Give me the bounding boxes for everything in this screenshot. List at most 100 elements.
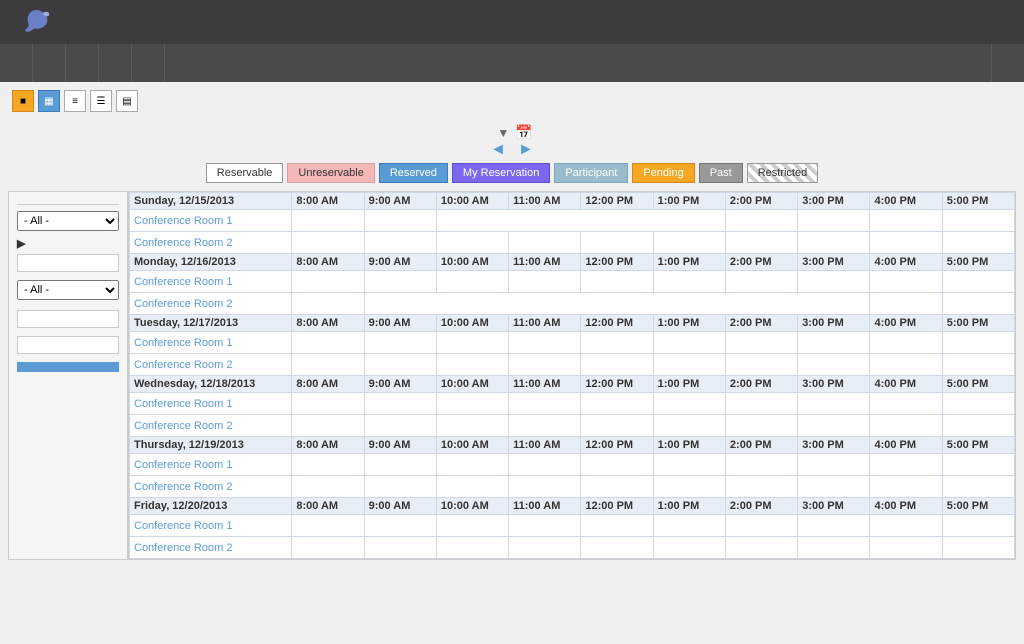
room-name-cell[interactable]: Conference Room 1 xyxy=(130,271,292,293)
time-slot-cell[interactable] xyxy=(870,454,942,476)
time-slot-cell[interactable] xyxy=(870,354,942,376)
time-slot-cell[interactable] xyxy=(509,415,581,437)
nav-help[interactable] xyxy=(991,44,1024,82)
time-slot-cell[interactable] xyxy=(870,515,942,537)
nav-reports[interactable] xyxy=(132,44,165,82)
time-slot-cell[interactable] xyxy=(509,476,581,498)
time-slot-cell[interactable] xyxy=(942,537,1014,559)
view-btn-small[interactable]: ▤ xyxy=(116,90,138,112)
time-slot-cell[interactable] xyxy=(364,454,436,476)
time-slot-cell[interactable] xyxy=(798,515,870,537)
nav-dashboard[interactable] xyxy=(0,44,33,82)
time-slot-cell[interactable] xyxy=(942,210,1014,232)
lunch-delivery-input[interactable] xyxy=(17,310,119,328)
legend-pending[interactable]: Pending xyxy=(632,163,694,183)
time-slot-cell[interactable] xyxy=(870,210,942,232)
time-slot-cell[interactable] xyxy=(436,354,508,376)
time-slot-cell[interactable] xyxy=(581,476,653,498)
next-week-arrow[interactable]: ► xyxy=(518,141,534,159)
room-name-cell[interactable]: Conference Room 2 xyxy=(130,476,292,498)
nav-application-management[interactable] xyxy=(99,44,132,82)
room-name-cell[interactable]: Conference Room 1 xyxy=(130,454,292,476)
time-slot-cell[interactable] xyxy=(653,393,725,415)
time-slot-cell[interactable] xyxy=(870,332,942,354)
time-slot-cell[interactable] xyxy=(725,476,797,498)
technical-contact-input[interactable] xyxy=(17,336,119,354)
time-slot-cell[interactable] xyxy=(292,332,364,354)
legend-unreservable[interactable]: Unreservable xyxy=(287,163,374,183)
filter-button[interactable] xyxy=(17,362,119,372)
time-slot-cell[interactable] xyxy=(581,515,653,537)
room-name-cell[interactable]: Conference Room 1 xyxy=(130,332,292,354)
resource-type-select[interactable]: - All - xyxy=(17,280,119,300)
expand-icon[interactable]: ▶ xyxy=(17,237,25,250)
time-slot-cell[interactable] xyxy=(725,415,797,437)
time-slot-cell[interactable] xyxy=(653,232,725,254)
legend-past[interactable]: Past xyxy=(699,163,743,183)
time-slot-cell[interactable] xyxy=(364,476,436,498)
legend-reservable[interactable]: Reservable xyxy=(206,163,284,183)
time-slot-cell[interactable] xyxy=(581,393,653,415)
time-slot-cell[interactable] xyxy=(436,415,508,437)
time-slot-cell[interactable] xyxy=(436,332,508,354)
time-slot-cell[interactable] xyxy=(581,354,653,376)
time-slot-cell[interactable] xyxy=(798,537,870,559)
time-slot-cell[interactable] xyxy=(798,415,870,437)
time-slot-cell[interactable] xyxy=(870,415,942,437)
room-name-cell[interactable]: Conference Room 2 xyxy=(130,354,292,376)
time-slot-cell[interactable] xyxy=(798,476,870,498)
time-slot-cell[interactable] xyxy=(436,232,508,254)
time-slot-cell[interactable] xyxy=(436,271,508,293)
time-slot-cell[interactable] xyxy=(292,537,364,559)
time-slot-cell[interactable] xyxy=(436,476,508,498)
time-slot-cell[interactable] xyxy=(509,271,581,293)
time-slot-cell[interactable] xyxy=(798,232,870,254)
time-slot-cell[interactable] xyxy=(653,537,725,559)
time-slot-cell[interactable] xyxy=(364,415,436,437)
time-slot-cell[interactable] xyxy=(581,537,653,559)
room-name-cell[interactable]: Conference Room 2 xyxy=(130,232,292,254)
time-slot-cell[interactable] xyxy=(653,332,725,354)
time-slot-cell[interactable] xyxy=(364,354,436,376)
time-slot-cell[interactable] xyxy=(725,271,797,293)
room-name-cell[interactable]: Conference Room 2 xyxy=(130,415,292,437)
time-slot-cell[interactable] xyxy=(870,232,942,254)
time-slot-cell[interactable] xyxy=(292,393,364,415)
time-slot-cell[interactable] xyxy=(581,415,653,437)
time-slot-cell[interactable] xyxy=(942,332,1014,354)
time-slot-cell[interactable] xyxy=(870,476,942,498)
time-slot-cell[interactable] xyxy=(436,393,508,415)
time-slot-cell[interactable] xyxy=(942,271,1014,293)
room-name-cell[interactable]: Conference Room 2 xyxy=(130,293,292,315)
time-slot-cell[interactable] xyxy=(364,332,436,354)
time-slot-cell[interactable] xyxy=(292,454,364,476)
time-slot-cell[interactable] xyxy=(653,354,725,376)
dropdown-arrow-icon[interactable]: ▼ xyxy=(497,126,509,140)
time-slot-cell[interactable] xyxy=(292,415,364,437)
time-slot-cell[interactable] xyxy=(436,537,508,559)
time-slot-cell[interactable] xyxy=(942,393,1014,415)
time-slot-cell[interactable] xyxy=(725,537,797,559)
room-name-cell[interactable]: Conference Room 2 xyxy=(130,537,292,559)
room-name-cell[interactable]: Conference Room 1 xyxy=(130,393,292,415)
time-slot-cell[interactable] xyxy=(725,393,797,415)
time-slot-cell[interactable] xyxy=(292,293,364,315)
time-slot-cell[interactable] xyxy=(870,271,942,293)
time-slot-cell[interactable] xyxy=(581,454,653,476)
legend-reserved[interactable]: Reserved xyxy=(379,163,448,183)
time-slot-cell[interactable] xyxy=(292,354,364,376)
time-slot-cell[interactable] xyxy=(509,454,581,476)
prev-week-arrow[interactable]: ◄ xyxy=(490,141,506,159)
time-slot-cell[interactable] xyxy=(436,515,508,537)
time-slot-cell[interactable] xyxy=(725,210,797,232)
time-slot-cell[interactable] xyxy=(942,232,1014,254)
time-slot-cell[interactable] xyxy=(653,476,725,498)
time-slot-cell[interactable] xyxy=(364,537,436,559)
time-slot-cell[interactable] xyxy=(292,271,364,293)
time-slot-cell[interactable] xyxy=(870,537,942,559)
reservation-cell[interactable]: User User xyxy=(364,293,870,315)
time-slot-cell[interactable] xyxy=(942,415,1014,437)
time-slot-cell[interactable] xyxy=(509,354,581,376)
time-slot-cell[interactable] xyxy=(364,515,436,537)
nav-my-account[interactable] xyxy=(33,44,66,82)
